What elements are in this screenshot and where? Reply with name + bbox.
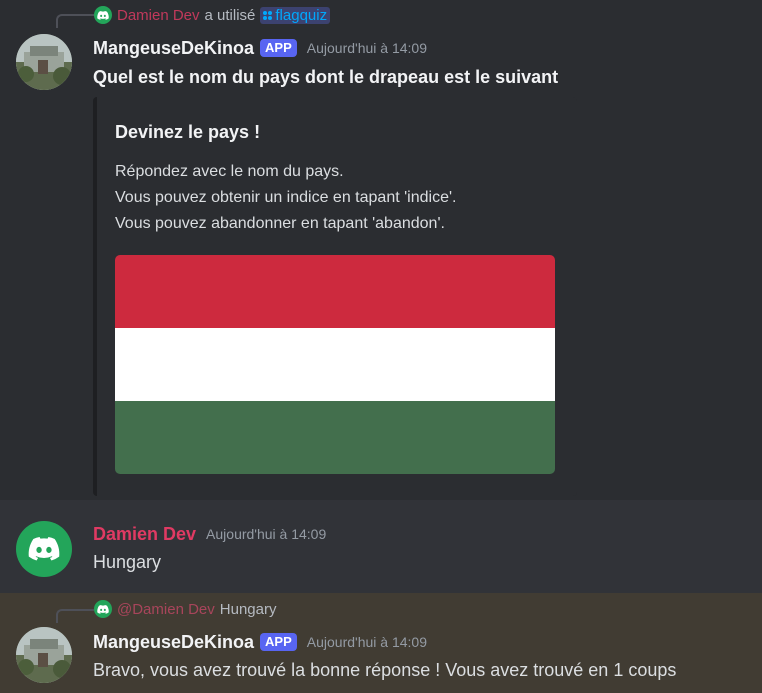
user-avatar[interactable] bbox=[16, 521, 72, 577]
message-content: Hungary bbox=[93, 552, 162, 572]
bot-avatar[interactable] bbox=[16, 34, 72, 90]
app-badge: APP bbox=[260, 633, 297, 651]
reply-preview: Hungary bbox=[219, 600, 277, 618]
flag-stripe-green bbox=[115, 400, 555, 474]
reply-line[interactable]: @Damien Dev Hungary bbox=[94, 598, 276, 620]
reply-action: a utilisé bbox=[204, 6, 256, 24]
message-header: Damien Dev Aujourd'hui à 14:09 bbox=[93, 522, 326, 546]
command-chip[interactable]: flagquiz bbox=[260, 6, 331, 24]
flag-stripe-red bbox=[115, 255, 555, 328]
embed-title: Devinez le pays ! bbox=[115, 122, 261, 142]
message-content: Bravo, vous avez trouvé la bonne réponse… bbox=[93, 660, 677, 680]
reply-spine bbox=[56, 14, 94, 28]
timestamp[interactable]: Aujourd'hui à 14:09 bbox=[307, 634, 427, 650]
reply-mention[interactable]: @Damien Dev bbox=[117, 601, 215, 618]
flag-image[interactable] bbox=[115, 255, 555, 474]
embed-line: Répondez avec le nom du pays. bbox=[115, 163, 344, 180]
flag-stripe-white bbox=[115, 327, 555, 401]
timestamp[interactable]: Aujourd'hui à 14:09 bbox=[206, 526, 326, 542]
app-badge: APP bbox=[260, 39, 297, 57]
author-name[interactable]: MangeuseDeKinoa bbox=[93, 38, 254, 59]
timestamp[interactable]: Aujourd'hui à 14:09 bbox=[307, 40, 427, 56]
embed-card: Devinez le pays ! Répondez avec le nom d… bbox=[93, 97, 577, 496]
reply-line[interactable]: Damien Dev a utilisé flagquiz bbox=[94, 4, 331, 26]
message-header: MangeuseDeKinoa APP Aujourd'hui à 14:09 bbox=[93, 36, 427, 60]
bot-avatar[interactable] bbox=[16, 627, 72, 683]
reply-spine bbox=[56, 609, 94, 623]
command-icon bbox=[263, 10, 273, 20]
bot-message-1: Damien Dev a utilisé flagquiz MangeuseDe… bbox=[0, 0, 762, 500]
embed-line: Vous pouvez abandonner en tapant 'abando… bbox=[115, 215, 445, 232]
reply-username[interactable]: Damien Dev bbox=[117, 7, 200, 24]
command-name: flagquiz bbox=[275, 6, 328, 24]
bot-message-2: @Damien Dev Hungary MangeuseDeKinoa APP … bbox=[0, 593, 762, 693]
embed-description: Répondez avec le nom du pays. Vous pouve… bbox=[115, 159, 456, 237]
discord-logo-icon bbox=[28, 537, 60, 561]
author-name[interactable]: Damien Dev bbox=[93, 524, 196, 545]
discord-icon bbox=[94, 6, 112, 24]
author-name[interactable]: MangeuseDeKinoa bbox=[93, 632, 254, 653]
message-header: MangeuseDeKinoa APP Aujourd'hui à 14:09 bbox=[93, 630, 427, 654]
message-content: Quel est le nom du pays dont le drapeau … bbox=[93, 67, 559, 87]
discord-icon bbox=[94, 600, 112, 618]
embed-line: Vous pouvez obtenir un indice en tapant … bbox=[115, 189, 457, 206]
user-message: Damien Dev Aujourd'hui à 14:09 Hungary bbox=[0, 500, 762, 593]
